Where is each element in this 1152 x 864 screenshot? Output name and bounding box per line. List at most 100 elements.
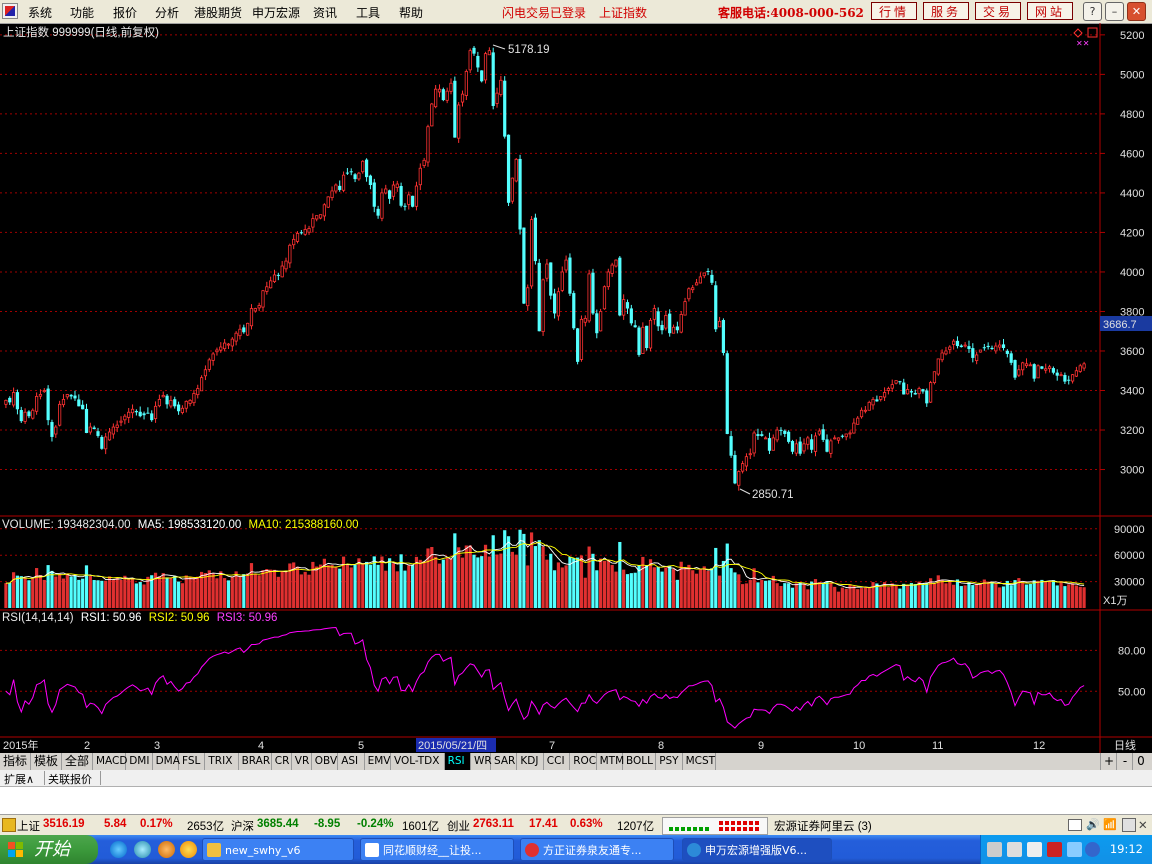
tray-icon-4[interactable]	[1047, 842, 1062, 857]
indicator-tab-macd[interactable]: MACD	[93, 753, 127, 770]
menu-function[interactable]: 功能	[70, 4, 94, 21]
indicator-tab-sar[interactable]: SAR	[491, 753, 518, 770]
candle-body-down	[522, 227, 526, 304]
volume-bar	[733, 572, 737, 608]
mode-button-quotes[interactable]: 行情	[871, 2, 917, 20]
mode-button-trade[interactable]: 交易	[975, 2, 1021, 20]
minimize-icon[interactable]: –	[1105, 2, 1124, 21]
tray-icon-3[interactable]	[1027, 842, 1042, 857]
tab-add-button[interactable]: +	[1100, 753, 1117, 770]
browser-icon[interactable]	[134, 841, 151, 858]
indicator-tab-cci[interactable]: CCI	[544, 753, 571, 770]
indicator-tab-roc[interactable]: ROC	[570, 753, 597, 770]
candle-body-up	[1082, 363, 1086, 369]
candle-body-up	[246, 322, 250, 336]
media-icon[interactable]	[180, 841, 197, 858]
volume-bar	[744, 583, 749, 608]
indicator-tab-asi[interactable]: ASI	[338, 753, 365, 770]
volume-bar	[629, 573, 633, 608]
app-logo-icon[interactable]	[2, 3, 18, 19]
indicator-tab-全部[interactable]: 全部	[62, 753, 93, 770]
tray-icon-6[interactable]	[1085, 842, 1100, 857]
tray-icon-5[interactable]	[1067, 842, 1082, 857]
indicator-tab-emv[interactable]: EMV	[365, 753, 391, 770]
tray-icon-1[interactable]	[987, 842, 1002, 857]
indicator-tab-trix[interactable]: TRIX	[205, 753, 239, 770]
ie-icon[interactable]	[110, 841, 127, 858]
task-shenwan-hongyuan[interactable]: 申万宏源增强版V6...	[682, 838, 832, 861]
volume-bar	[303, 571, 307, 608]
indicator-tab-cr[interactable]: CR	[272, 753, 292, 770]
sh-index-pct: 0.17%	[140, 818, 173, 830]
related-quotes-tab[interactable]: 关联报价	[48, 771, 92, 787]
start-button[interactable]: 开始	[0, 835, 98, 864]
indicator-tab-指标[interactable]: 指标	[0, 753, 31, 770]
candle-body-up	[905, 389, 910, 395]
menu-system[interactable]: 系统	[28, 4, 52, 21]
indicator-tab-psy[interactable]: PSY	[656, 753, 683, 770]
indicator-tab-模板[interactable]: 模板	[31, 753, 62, 770]
candle-body-down	[19, 410, 23, 422]
status-close-icon[interactable]: ✕	[1138, 818, 1148, 832]
indicator-tab-kdj[interactable]: KDJ	[517, 753, 544, 770]
volume-bar	[184, 575, 188, 608]
help-icon[interactable]: ?	[1083, 2, 1102, 21]
cy-index-label[interactable]: 创业	[447, 818, 470, 834]
indicator-tab-boll[interactable]: BOLL	[623, 753, 657, 770]
candle-body-up	[426, 126, 430, 163]
indicator-tab-brar[interactable]: BRAR	[239, 753, 272, 770]
volume-bar	[645, 565, 649, 608]
hs-index-label[interactable]: 沪深	[231, 818, 254, 834]
indicator-tab-mcst[interactable]: MCST	[683, 753, 716, 770]
indicator-tab-obv[interactable]: OBV	[312, 753, 339, 770]
indicator-tab-dma[interactable]: DMA	[153, 753, 180, 770]
chart-zoom-icons[interactable]: ✕✕	[1073, 27, 1098, 48]
mode-button-service[interactable]: 服务	[923, 2, 969, 20]
period-label[interactable]: 日线	[1114, 738, 1136, 752]
sh-index-label[interactable]: 上证	[17, 818, 40, 834]
menu-hk-futures[interactable]: 港股期货	[194, 4, 242, 21]
candle-body-down	[92, 427, 96, 430]
candle-body-up	[184, 400, 188, 409]
indicator-tab-dmi[interactable]: DMI	[126, 753, 153, 770]
menu-tools[interactable]: 工具	[356, 4, 380, 21]
menu-shenwan[interactable]: 申万宏源	[252, 4, 300, 21]
task-tonghuashun[interactable]: 同花顺财经__让投...	[360, 838, 514, 861]
task-new-swhy[interactable]: new_swhy_v6	[202, 838, 354, 861]
volume-bar	[1009, 585, 1013, 608]
tab-reset-button[interactable]: 0	[1132, 753, 1149, 770]
kline-chart[interactable]: 3000320034003600380040004200440046004800…	[0, 23, 1152, 753]
indicator-tab-mtm[interactable]: MTM	[597, 753, 624, 770]
signal-icon[interactable]: 📶	[1103, 818, 1117, 831]
firefox-icon[interactable]	[158, 841, 175, 858]
candle-body-up	[541, 279, 545, 332]
extend-toggle[interactable]: 扩展∧	[4, 771, 34, 787]
sound-icon[interactable]: 🔊	[1086, 818, 1100, 831]
indicator-tab-wr[interactable]: WR	[471, 753, 492, 770]
indicator-tab-vr[interactable]: VR	[292, 753, 312, 770]
task-founder-securities[interactable]: 方正证券泉友通专...	[520, 838, 674, 861]
menu-help[interactable]: 帮助	[399, 4, 423, 21]
indicator-tab-rsi[interactable]: RSI	[444, 753, 471, 770]
candle-body-up	[1047, 366, 1052, 369]
server-name[interactable]: 宏源证券阿里云 (3)	[774, 818, 872, 834]
keyboard-icon[interactable]	[1068, 819, 1082, 831]
candle-body-up	[1028, 364, 1032, 367]
mode-button-website[interactable]: 网站	[1027, 2, 1073, 20]
settings-icon[interactable]	[1122, 818, 1136, 832]
menu-analysis[interactable]: 分析	[155, 4, 179, 21]
volume-bar	[418, 559, 422, 608]
candle-body-up	[295, 233, 300, 242]
task-label: 方正证券泉友通专...	[543, 844, 642, 857]
indicator-tab-fsl[interactable]: FSL	[179, 753, 206, 770]
menu-quote[interactable]: 报价	[113, 4, 137, 21]
low-annotation: 2850.71	[739, 488, 794, 501]
tab-remove-button[interactable]: -	[1116, 753, 1133, 770]
candle-body-up	[771, 437, 775, 451]
candle-body-down	[756, 434, 760, 436]
indicator-tab-vol-tdx[interactable]: VOL-TDX	[391, 753, 445, 770]
menu-news[interactable]: 资讯	[313, 4, 337, 21]
flash-trade-status[interactable]: 闪电交易已登录	[502, 4, 586, 21]
tray-icon-2[interactable]	[1007, 842, 1022, 857]
close-icon[interactable]: ✕	[1127, 2, 1146, 21]
